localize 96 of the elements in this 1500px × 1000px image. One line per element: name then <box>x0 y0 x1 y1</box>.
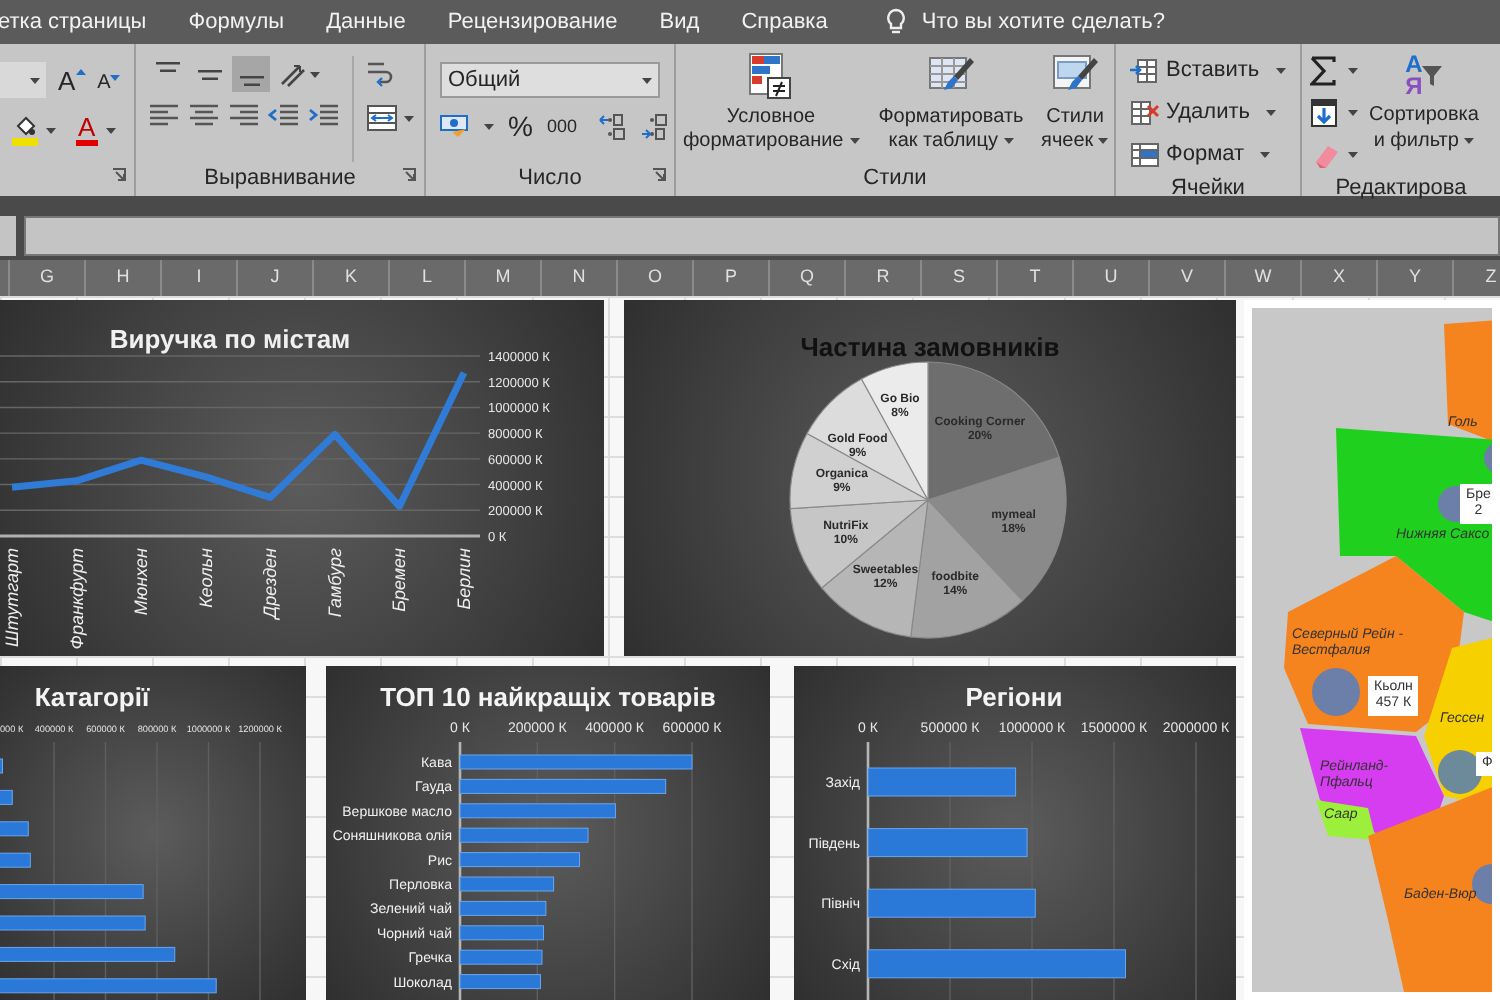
align-right-icon <box>228 102 260 128</box>
wrap-text-icon <box>366 60 394 88</box>
caret-icon <box>1348 68 1358 74</box>
insert-cells-icon <box>1130 57 1160 83</box>
bar <box>0 789 13 805</box>
thousands-separator-button[interactable]: 000 <box>546 117 577 135</box>
caret-icon <box>1275 67 1286 73</box>
decrease-decimal-icon <box>640 113 669 139</box>
bar <box>459 974 541 990</box>
dialog-launcher-icon <box>402 168 416 182</box>
lines-icon <box>197 69 221 79</box>
autosum-icon <box>1310 56 1340 86</box>
number-format-dropdown[interactable]: Общий <box>440 62 660 98</box>
chart-title: Катагорії <box>34 682 150 712</box>
caret-icon <box>1266 109 1276 115</box>
cells-button[interactable]: Вставить <box>1130 52 1300 88</box>
menu-tab[interactable]: Вид <box>659 5 700 39</box>
axis-label: Берлин <box>454 548 474 610</box>
lines-icon <box>239 76 263 86</box>
group-label: Ячейки <box>1171 174 1245 204</box>
bar <box>0 884 144 900</box>
cells-button[interactable]: Формат <box>1130 136 1300 172</box>
caret-icon <box>1464 137 1475 144</box>
group-label: Число <box>518 164 582 194</box>
bar <box>459 925 544 941</box>
chart-title: Частина замовників <box>800 332 1060 362</box>
dialog-launcher-icon <box>652 168 666 182</box>
axis-label: Мюнхен <box>131 548 152 616</box>
bar <box>459 949 543 965</box>
eraser-icon <box>1310 140 1340 170</box>
caret-icon <box>484 123 494 129</box>
bar <box>0 821 29 837</box>
align-bottom-button[interactable] <box>232 56 270 92</box>
axis-label: Гамбург <box>324 548 345 618</box>
fill-down-icon <box>1310 98 1340 128</box>
format-cells-icon <box>1130 141 1160 167</box>
caret-icon <box>404 115 414 121</box>
bar <box>459 900 547 916</box>
orientation-icon <box>278 60 306 88</box>
chart-title: ТОП 10 найкращіх товарів <box>380 682 716 712</box>
group-label: Редактирова <box>1335 174 1467 204</box>
group-label: Выравнивание <box>204 164 356 194</box>
chart-title: Виручка по містам <box>109 324 351 354</box>
align-left-icon <box>148 102 180 128</box>
align-center-icon <box>188 102 220 128</box>
styles-button[interactable]: Стили ячеек <box>1041 52 1109 154</box>
cells-button[interactable]: Удалить <box>1130 94 1300 130</box>
merge-cells-icon <box>366 104 398 132</box>
dialog-launcher-icon <box>112 168 126 182</box>
group-label: Стили <box>863 164 927 194</box>
increase-decimal-icon <box>598 113 627 139</box>
font-size-field[interactable] <box>0 62 46 98</box>
axis-label: Франкфурт <box>66 548 87 650</box>
triangle-icon <box>75 67 86 75</box>
caret-icon <box>1003 137 1014 144</box>
decrease-indent-icon <box>268 102 300 128</box>
font-color-button[interactable]: A <box>76 114 98 146</box>
currency-icon <box>440 114 470 138</box>
styles-button[interactable]: Форматировать как таблицу <box>873 52 1029 154</box>
menu-tab[interactable]: Формулы <box>188 5 285 39</box>
caret-icon <box>642 77 652 83</box>
grow-font-button[interactable]: A <box>58 67 86 93</box>
bar <box>0 852 31 868</box>
bar <box>459 852 580 868</box>
bar <box>459 876 555 892</box>
caret-icon <box>30 77 40 83</box>
caret-icon <box>1348 110 1358 116</box>
caret-icon <box>310 71 320 77</box>
shrink-font-button[interactable]: A <box>97 73 121 93</box>
menu-tab[interactable]: Данные <box>326 5 406 39</box>
styles-button[interactable]: Условное форматирование <box>681 52 861 154</box>
lightbulb-icon <box>885 8 906 36</box>
bar <box>459 827 589 843</box>
conditional-formatting-icon <box>747 52 795 100</box>
chart-title: Регіони <box>965 682 1063 712</box>
caret-icon <box>1260 151 1271 157</box>
axis-label: Штутгарт <box>2 548 22 647</box>
tell-me-search[interactable]: Что вы хотите сделать? <box>921 5 1165 39</box>
increase-indent-icon <box>308 102 340 128</box>
axis-label: Дрезден <box>260 548 281 619</box>
caret-icon <box>1098 137 1109 144</box>
caret-icon <box>105 127 116 133</box>
axis-label: Бремен <box>389 548 410 612</box>
caret-icon <box>849 137 860 144</box>
fill-color-icon <box>12 114 38 146</box>
sort-filter-button[interactable]: А Я Сортировка и фильтр <box>1364 54 1484 172</box>
caret-icon <box>1348 152 1358 158</box>
menu-tab[interactable]: Рецензирование <box>447 5 618 39</box>
formula-bar[interactable] <box>24 216 1500 256</box>
percent-button[interactable]: % <box>508 112 533 140</box>
caret-icon <box>46 127 56 133</box>
delete-cells-icon <box>1130 99 1160 125</box>
menu-tab[interactable]: Справка <box>741 5 828 39</box>
lines-icon <box>155 62 179 72</box>
triangle-icon <box>110 73 121 81</box>
axis-label: Кеольн <box>195 548 216 608</box>
